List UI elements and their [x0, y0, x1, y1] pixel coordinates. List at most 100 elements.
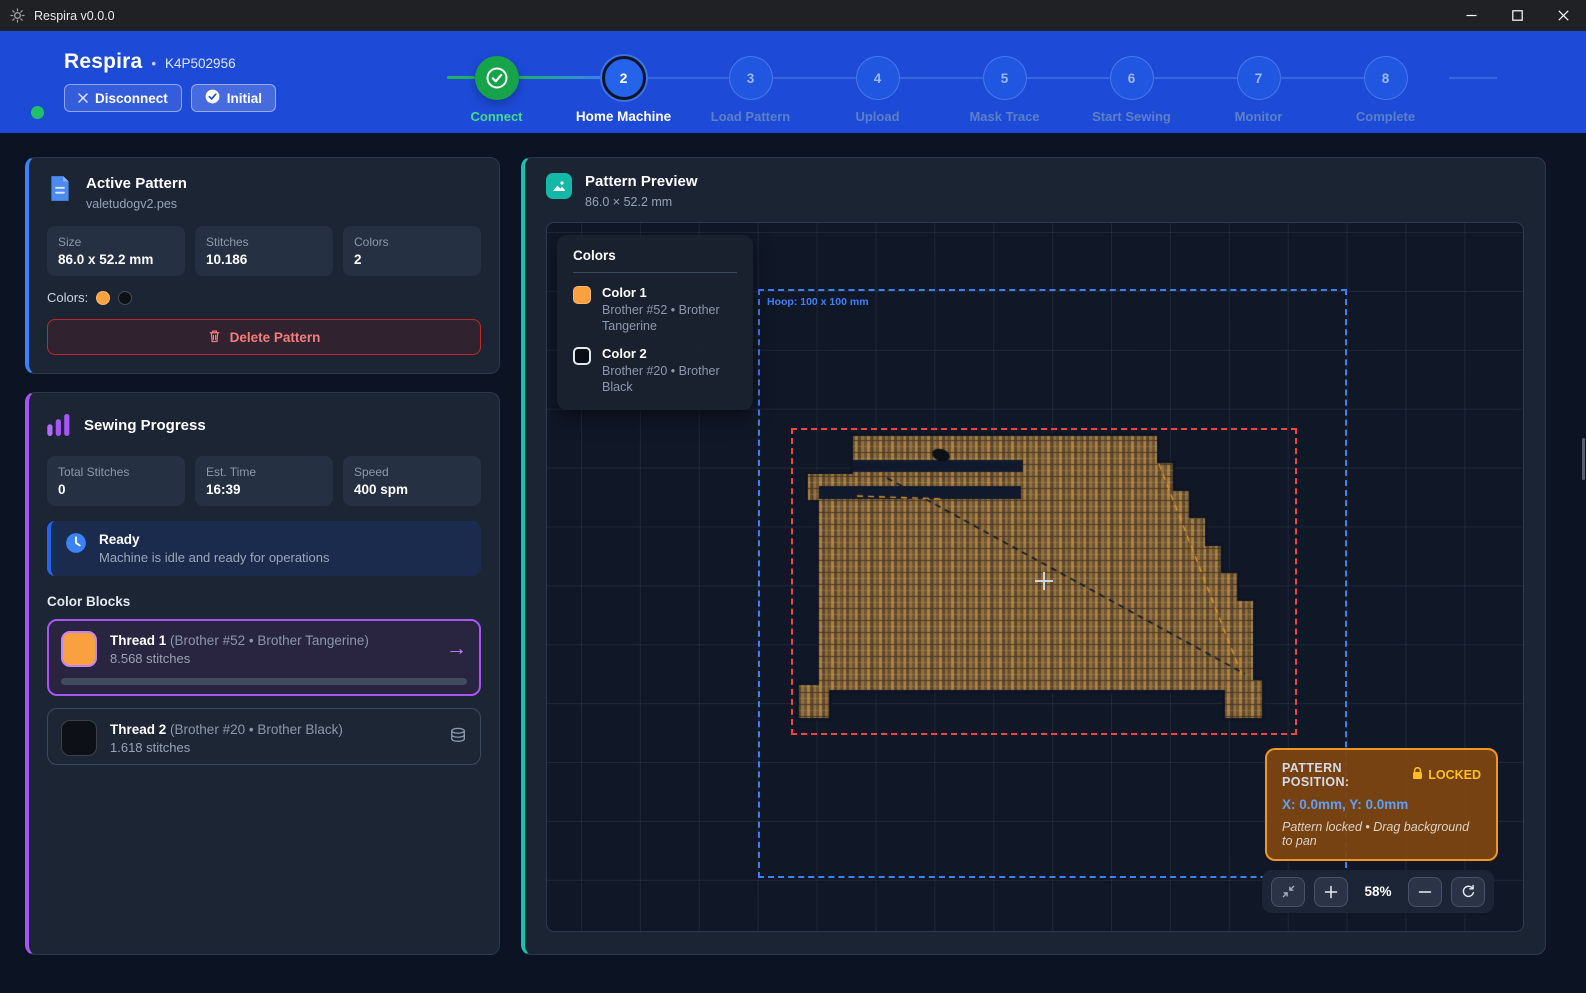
- thread-color-block[interactable]: Thread 1 (Brother #52 • Brother Tangerin…: [47, 619, 481, 696]
- window-title: Respira v0.0.0: [34, 9, 115, 23]
- step-label: Upload: [814, 109, 941, 124]
- check-icon: [485, 66, 509, 90]
- sewing-progress-title: Sewing Progress: [84, 417, 206, 434]
- zoom-out-button[interactable]: [1408, 877, 1442, 907]
- thread-detail: (Brother #20 • Brother Black): [170, 722, 343, 737]
- legend-color-name: Color 2: [602, 346, 737, 361]
- initial-button[interactable]: Initial: [191, 84, 276, 112]
- stat-label: Colors: [354, 235, 470, 249]
- stat-value: 16:39: [206, 482, 322, 497]
- locked-label: LOCKED: [1428, 768, 1481, 782]
- arrow-right-icon: →: [446, 637, 467, 661]
- step-number: 4: [874, 71, 882, 86]
- zoom-controls: 58%: [1262, 870, 1494, 913]
- x-icon: [78, 91, 88, 106]
- zoom-in-button[interactable]: [1314, 877, 1348, 907]
- stat-box: Total Stitches 0: [47, 456, 185, 506]
- legend-item: Color 2 Brother #20 • Brother Black: [573, 346, 737, 395]
- stepper-connector: [1027, 77, 1110, 79]
- legend-items: Color 1 Brother #52 • Brother Tangerine …: [573, 285, 737, 396]
- stat-box: Speed 400 spm: [343, 456, 481, 506]
- bar-chart-icon: [47, 410, 71, 441]
- sewing-progress-card: Sewing Progress Total Stitches 0 Est. Ti…: [25, 392, 500, 955]
- stat-label: Size: [58, 235, 174, 249]
- step-label: Connect: [433, 109, 560, 124]
- main-content: Active Pattern valetudogv2.pes Size 86.0…: [0, 133, 1586, 993]
- disconnect-label: Disconnect: [95, 91, 168, 106]
- stat-value: 2: [354, 252, 470, 267]
- separator-dot: •: [151, 56, 156, 71]
- thread-stitch-count: 1.618 stitches: [110, 740, 436, 755]
- reset-view-button[interactable]: [1451, 877, 1485, 907]
- pattern-preview-panel: Pattern Preview 86.0 × 52.2 mm Hoop: 100…: [521, 157, 1546, 955]
- step-number: 7: [1255, 71, 1263, 86]
- connection-status-dot: [31, 106, 44, 119]
- stepper-step[interactable]: 8 Complete: [1322, 31, 1449, 124]
- position-hint: Pattern locked • Drag background to pan: [1282, 820, 1481, 848]
- stat-value: 400 spm: [354, 482, 470, 497]
- maximize-button[interactable]: [1494, 0, 1540, 31]
- active-pattern-card: Active Pattern valetudogv2.pes Size 86.0…: [25, 157, 500, 374]
- stat-value: 0: [58, 482, 174, 497]
- stat-label: Stitches: [206, 235, 322, 249]
- stat-box: Size 86.0 x 52.2 mm: [47, 226, 185, 276]
- delete-pattern-label: Delete Pattern: [230, 330, 321, 345]
- step-number: 5: [1001, 71, 1009, 86]
- stepper-connector: [1154, 77, 1237, 79]
- step-label: Start Sewing: [1068, 109, 1195, 124]
- trash-icon: [208, 329, 221, 346]
- lock-icon: [1412, 767, 1423, 783]
- machine-status: Ready Machine is idle and ready for oper…: [47, 521, 481, 576]
- pattern-preview-title: Pattern Preview: [585, 173, 698, 190]
- colors-label: Colors:: [47, 290, 88, 305]
- document-icon: [47, 175, 73, 208]
- stat-label: Total Stitches: [58, 465, 174, 479]
- legend-color-name: Color 1: [602, 285, 737, 300]
- stat-value: 86.0 x 52.2 mm: [58, 252, 174, 267]
- preview-canvas-area[interactable]: Hoop: 100 x 100 mm Colors Color 1 Brothe…: [546, 222, 1524, 932]
- thread-detail: (Brother #52 • Brother Tangerine): [170, 633, 369, 648]
- legend-swatch: [573, 347, 591, 365]
- stat-box: Colors 2: [343, 226, 481, 276]
- position-title: PATTERN POSITION:: [1282, 761, 1412, 789]
- zoom-level: 58%: [1357, 884, 1399, 899]
- clock-icon: [65, 532, 87, 559]
- app-icon: [10, 8, 25, 23]
- step-label: Home Machine: [560, 109, 687, 124]
- stepper-connector: [1281, 77, 1364, 79]
- step-label: Complete: [1322, 109, 1449, 124]
- app-window: Respira v0.0.0 Respira • K4P502956 Disco…: [0, 0, 1586, 993]
- position-coords: X: 0.0mm, Y: 0.0mm: [1282, 797, 1481, 812]
- active-pattern-title: Active Pattern: [86, 175, 187, 192]
- disconnect-button[interactable]: Disconnect: [64, 84, 182, 112]
- step-label: Monitor: [1195, 109, 1322, 124]
- titlebar: Respira v0.0.0: [0, 0, 1586, 31]
- stat-box: Est. Time 16:39: [195, 456, 333, 506]
- layers-icon: [449, 727, 467, 750]
- fit-view-button[interactable]: [1271, 877, 1305, 907]
- step-label: Load Pattern: [687, 109, 814, 124]
- thread-color-block[interactable]: Thread 2 (Brother #20 • Brother Black) 1…: [47, 708, 481, 765]
- hoop-label: Hoop: 100 x 100 mm: [767, 296, 869, 308]
- legend-title: Colors: [573, 248, 737, 273]
- thread-swatch: [61, 720, 97, 756]
- minimize-button[interactable]: [1448, 0, 1494, 31]
- colors-legend: Colors Color 1 Brother #52 • Brother Tan…: [557, 235, 753, 410]
- thread-list: Thread 1 (Brother #52 • Brother Tangerin…: [47, 619, 481, 777]
- legend-item: Color 1 Brother #52 • Brother Tangerine: [573, 285, 737, 334]
- stat-value: 10.186: [206, 252, 322, 267]
- status-title: Ready: [99, 532, 330, 547]
- stat-label: Est. Time: [206, 465, 322, 479]
- scrollbar-thumb[interactable]: [1582, 438, 1585, 480]
- thread-swatch: [61, 631, 97, 667]
- check-circle-icon: [205, 89, 220, 107]
- stat-box: Stitches 10.186: [195, 226, 333, 276]
- legend-color-desc: Brother #52 • Brother Tangerine: [602, 303, 737, 334]
- step-number: 3: [747, 71, 755, 86]
- delete-pattern-button[interactable]: Delete Pattern: [47, 319, 481, 355]
- legend-swatch: [573, 286, 591, 304]
- stepper: 1 Connect 2 Home Machine 3 Load Pattern …: [433, 31, 1449, 124]
- image-icon: [546, 173, 572, 199]
- close-button[interactable]: [1540, 0, 1586, 31]
- legend-color-desc: Brother #20 • Brother Black: [602, 364, 737, 395]
